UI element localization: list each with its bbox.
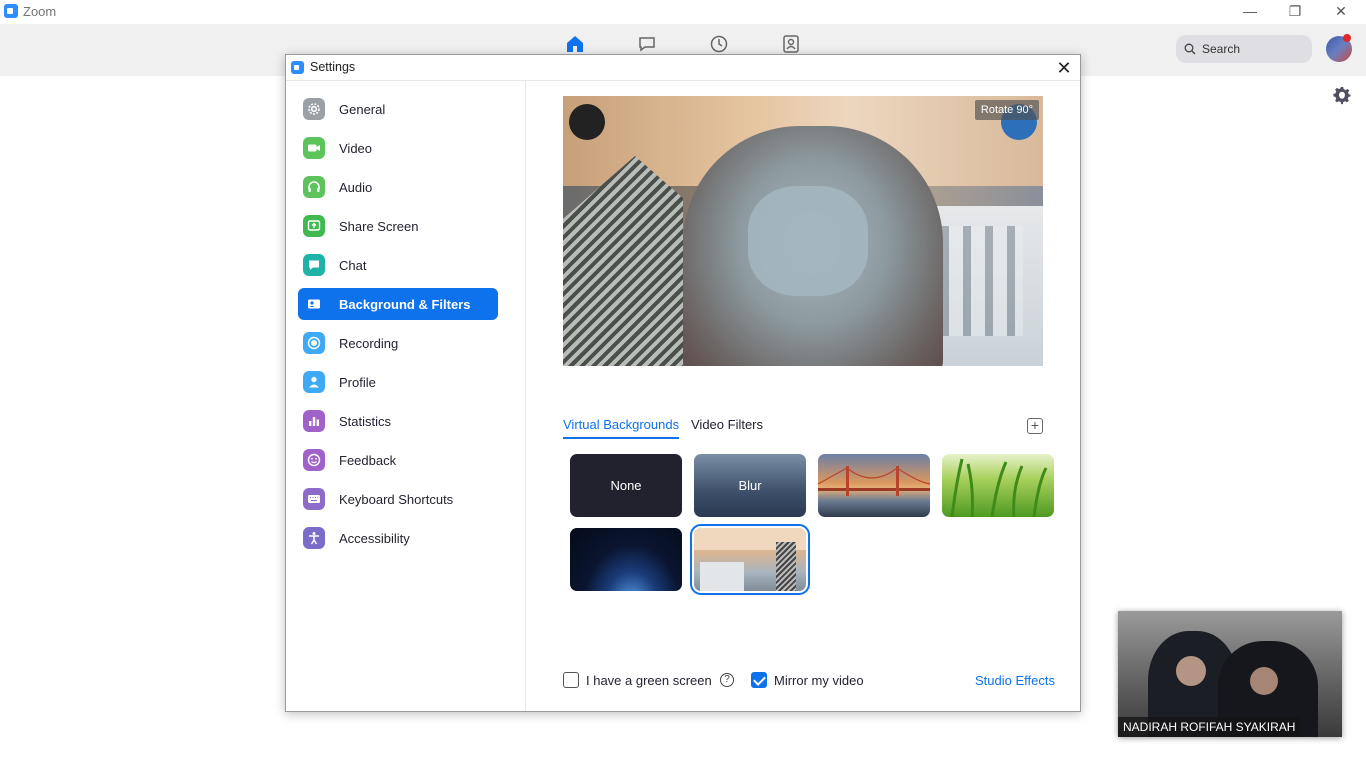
bar-chart-icon xyxy=(303,410,325,432)
video-preview: Rotate 90° xyxy=(563,96,1043,366)
app-title: Zoom xyxy=(23,4,57,19)
person-icon xyxy=(303,371,325,393)
background-none-thumb[interactable]: None xyxy=(570,454,682,517)
background-blur-thumb[interactable]: Blur xyxy=(694,454,806,517)
settings-dialog: Settings ✕ General Video Audio Share Screen… xyxy=(285,54,1081,712)
green-screen-label: I have a green screen xyxy=(586,673,712,688)
left-logo xyxy=(569,104,605,140)
sidebar-item-profile[interactable]: Profile xyxy=(298,366,498,398)
sidebar-item-background-filters[interactable]: Background & Filters xyxy=(298,288,498,320)
sidebar-item-label: Share Screen xyxy=(339,218,419,234)
settings-titlebar: Settings ✕ xyxy=(286,55,1080,81)
notification-badge xyxy=(1343,34,1351,42)
close-settings-button[interactable]: ✕ xyxy=(1054,58,1074,78)
chat-bubble-icon xyxy=(303,254,325,276)
custom-thumb-tower xyxy=(776,542,796,591)
zoom-app-icon xyxy=(4,4,18,18)
tab-video-filters[interactable]: Video Filters xyxy=(691,417,763,437)
background-earth-thumb[interactable] xyxy=(570,528,682,591)
participant-video-tile[interactable]: NADIRAH ROFIFAH SYAKIRAH xyxy=(1118,611,1342,737)
sidebar-item-label: Chat xyxy=(339,257,367,273)
sidebar-item-keyboard-shortcuts[interactable]: Keyboard Shortcuts xyxy=(298,483,498,515)
background-grass-thumb[interactable] xyxy=(942,454,1054,517)
close-window-button[interactable]: ✕ xyxy=(1318,0,1364,22)
home-icon[interactable] xyxy=(565,34,585,54)
background-options: I have a green screen ? Mirror my video … xyxy=(563,670,1055,692)
sidebar-item-label: General xyxy=(339,101,386,117)
background-blur-label: Blur xyxy=(738,478,762,493)
share-screen-icon xyxy=(303,215,325,237)
sidebar-item-label: Background & Filters xyxy=(339,296,471,312)
sidebar-item-label: Feedback xyxy=(339,452,397,468)
tab-virtual-backgrounds[interactable]: Virtual Backgrounds xyxy=(563,417,680,439)
settings-sidebar: General Video Audio Share Screen Chat Backgro… xyxy=(286,81,526,711)
main-titlebar: Zoom — ❐ ✕ xyxy=(0,0,1366,24)
mirror-video-checkbox[interactable] xyxy=(751,672,767,688)
bridge-image xyxy=(818,466,930,496)
gear-icon xyxy=(303,98,325,120)
sidebar-item-label: Recording xyxy=(339,335,399,351)
person-card-icon xyxy=(303,293,325,315)
contacts-icon[interactable] xyxy=(781,34,801,54)
background-custom-thumb[interactable] xyxy=(690,524,810,595)
participant-face-2 xyxy=(1250,667,1278,695)
sidebar-item-label: Keyboard Shortcuts xyxy=(339,491,454,507)
record-icon xyxy=(303,332,325,354)
help-icon[interactable]: ? xyxy=(720,673,734,687)
tower-image xyxy=(563,156,683,366)
restore-button[interactable]: ❐ xyxy=(1272,0,1318,22)
sidebar-item-label: Video xyxy=(339,140,373,156)
background-filters-panel: Rotate 90° Virtual Backgrounds Video Fil… xyxy=(527,81,1080,711)
sidebar-item-label: Audio xyxy=(339,179,373,195)
face-mask xyxy=(748,186,868,296)
keyboard-icon xyxy=(303,488,325,510)
search-icon xyxy=(1184,43,1196,55)
settings-title: Settings xyxy=(310,60,356,74)
participant-name: NADIRAH ROFIFAH SYAKIRAH xyxy=(1118,717,1301,737)
mirror-video-label: Mirror my video xyxy=(774,673,864,688)
sidebar-item-chat[interactable]: Chat xyxy=(298,249,498,281)
zoom-app-icon xyxy=(291,61,304,74)
sidebar-item-feedback[interactable]: Feedback xyxy=(298,444,498,476)
video-camera-icon xyxy=(303,137,325,159)
sidebar-item-audio[interactable]: Audio xyxy=(298,171,498,203)
sidebar-item-general[interactable]: General xyxy=(298,93,498,125)
add-background-button[interactable]: + xyxy=(1027,418,1043,434)
sidebar-item-label: Profile xyxy=(339,374,376,390)
minimize-button[interactable]: — xyxy=(1227,0,1273,22)
custom-thumb-building xyxy=(700,562,744,591)
sidebar-item-video[interactable]: Video xyxy=(298,132,498,164)
studio-effects-link[interactable]: Studio Effects xyxy=(975,673,1055,688)
sidebar-item-statistics[interactable]: Statistics xyxy=(298,405,498,437)
sidebar-item-recording[interactable]: Recording xyxy=(298,327,498,359)
headphones-icon xyxy=(303,176,325,198)
accessibility-icon xyxy=(303,527,325,549)
chat-icon[interactable] xyxy=(637,34,657,54)
background-bridge-thumb[interactable] xyxy=(818,454,930,517)
clock-icon[interactable] xyxy=(709,34,729,54)
participant-face-1 xyxy=(1176,656,1206,686)
search-input[interactable]: Search xyxy=(1176,35,1312,63)
background-none-label: None xyxy=(610,478,642,493)
sidebar-item-share-screen[interactable]: Share Screen xyxy=(298,210,498,242)
search-label: Search xyxy=(1202,42,1241,56)
sidebar-item-accessibility[interactable]: Accessibility xyxy=(298,522,498,554)
rotate-90-button[interactable]: Rotate 90° xyxy=(974,100,1039,120)
smiley-icon xyxy=(303,449,325,471)
green-screen-checkbox[interactable] xyxy=(563,672,579,688)
sidebar-item-label: Statistics xyxy=(339,413,392,429)
grass-image xyxy=(950,458,1048,517)
settings-gear-icon[interactable] xyxy=(1333,87,1351,105)
sidebar-item-label: Accessibility xyxy=(339,530,410,546)
